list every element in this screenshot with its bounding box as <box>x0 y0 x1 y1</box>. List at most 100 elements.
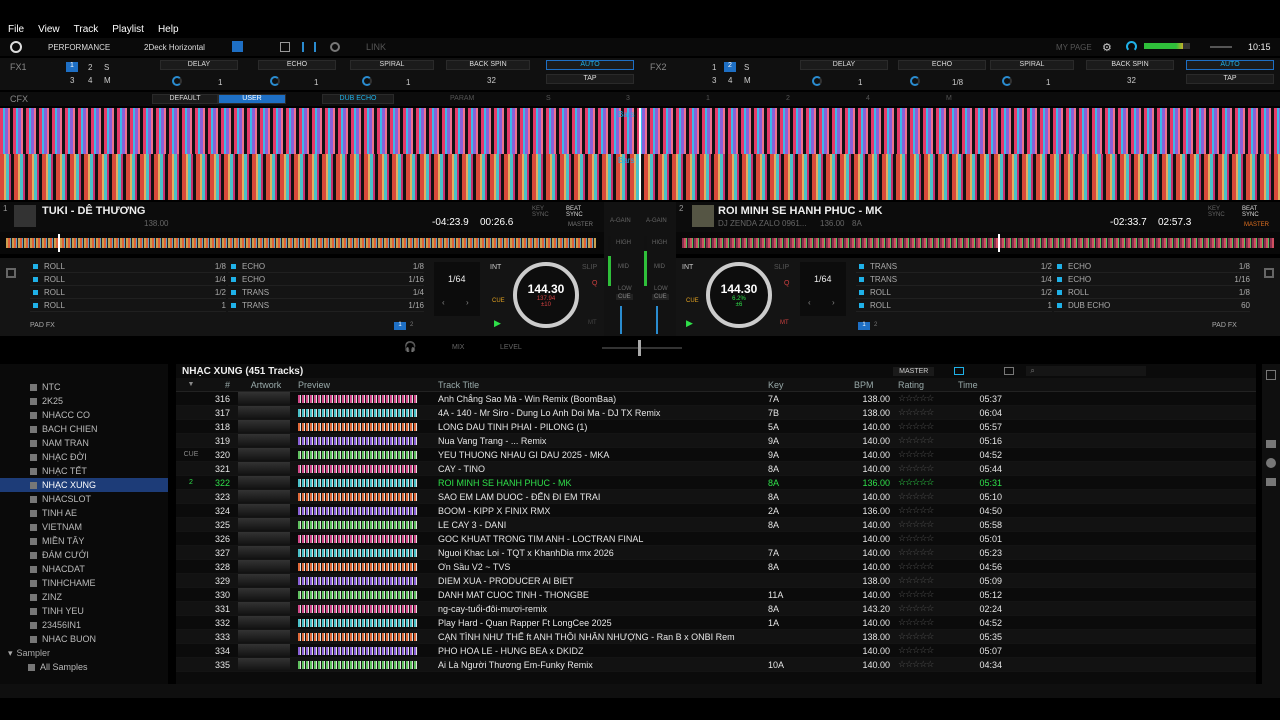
deck1-key-sync[interactable]: KEY SYNC <box>532 206 552 218</box>
tag-icon[interactable] <box>1266 440 1276 448</box>
deck2-pad[interactable]: ECHO 1/16 <box>1054 273 1250 286</box>
sidebar-playlist-item[interactable]: TINHCHAME <box>0 576 168 590</box>
mixer-ch1-fader[interactable] <box>620 306 630 334</box>
deck2-pad[interactable]: ECHO 1/8 <box>1054 260 1250 273</box>
fx1-slot3-select[interactable]: SPIRAL <box>350 60 434 70</box>
fx2-beatfx-select[interactable]: BACK SPIN <box>1086 60 1174 70</box>
deck1-pad[interactable]: TRANS 1/4 <box>228 286 424 299</box>
fx2-auto-button[interactable]: AUTO <box>1186 60 1274 70</box>
table-row[interactable]: 324 BOOM - KIPP X FINIX RMX 2A 136.00 ☆☆☆☆☆ 0… <box>176 504 1256 518</box>
table-row[interactable]: 327 Nguoi Khac Loi - TQT x KhanhDia rmx 2… <box>176 546 1256 560</box>
deck2-cue-button[interactable]: CUE <box>686 298 699 304</box>
sampler-folder[interactable]: ▾ Sampler <box>0 646 168 660</box>
table-row[interactable]: 318 LONG DAU TINH PHAI - PILONG (1) 5A 140.… <box>176 420 1256 434</box>
deck1-pad[interactable]: ECHO 1/8 <box>228 260 424 273</box>
mixer-ch1-cue-button[interactable]: CUE <box>616 294 633 300</box>
sidebar-playlist-item[interactable]: NHẠC TẾT <box>0 464 168 478</box>
deck2-pad-grid-icon[interactable] <box>1264 268 1274 278</box>
fx2-slot3-select[interactable]: SPIRAL <box>990 60 1074 70</box>
deck1-jog-wheel[interactable]: 144.30 137.94 ±10 <box>513 262 579 328</box>
deck1-pad[interactable]: TRANS 1/16 <box>228 299 424 312</box>
layout-select[interactable]: PERFORMANCE <box>48 43 110 52</box>
deck1-overview-waveform[interactable] <box>0 232 604 254</box>
table-row[interactable]: 331 ng-cay-tuổi-đôi-mươi-remix 8A 143.20 ☆☆☆… <box>176 602 1256 616</box>
deck2-jog-wheel[interactable]: 144.30 6.2% ±6 <box>706 262 772 328</box>
sidebar-playlist-item[interactable]: ĐÁM CƯỚI <box>0 548 168 562</box>
menu-track[interactable]: Track <box>74 24 99 35</box>
table-row[interactable]: 319 Nua Vang Trang - ... Remix 9A 140.00 ☆☆☆… <box>176 434 1256 448</box>
view-list-icon[interactable] <box>954 367 965 375</box>
fx1-slot3-knob[interactable] <box>362 76 372 86</box>
fx2-assign-1[interactable]: 1 <box>712 63 716 72</box>
sidebar-playlist-item[interactable]: NHẠC XUNG <box>0 478 168 492</box>
sidebar-playlist-item[interactable]: NHACSLOT <box>0 492 168 506</box>
mixer-ch2-cue-button[interactable]: CUE <box>652 294 669 300</box>
fx1-assign-1[interactable]: 1 <box>66 62 78 72</box>
deck2-loop-prev-icon[interactable]: ‹ <box>808 298 811 307</box>
deck2-loop-length[interactable]: 1/64 <box>814 274 832 284</box>
table-row[interactable]: CUE 320 YEU THUONG NHAU GI DAU 2025 - MKA 9… <box>176 448 1256 462</box>
crossfader-handle[interactable] <box>638 340 641 356</box>
deck1-loop-prev-icon[interactable]: ‹ <box>442 298 445 307</box>
deck1-loop-next-icon[interactable]: › <box>466 298 469 307</box>
deck1-pad[interactable]: ROLL 1 <box>30 299 226 312</box>
fx1-slot2-select[interactable]: ECHO <box>258 60 336 70</box>
deck1-cue-button[interactable]: CUE <box>492 298 505 304</box>
table-row[interactable]: 326 GOC KHUAT TRONG TIM ANH - LOCTRAN FIN… <box>176 532 1256 546</box>
my-page-link[interactable]: MY PAGE <box>1056 43 1092 52</box>
settings-gear-icon[interactable]: ⚙ <box>1102 41 1112 54</box>
sidebar-playlist-item[interactable]: NTC <box>0 380 168 394</box>
deck1-pad-grid-icon[interactable] <box>6 268 16 278</box>
fx2-tap-button[interactable]: TAP <box>1186 74 1274 84</box>
col-rating[interactable]: Rating <box>898 380 958 390</box>
view-art-icon[interactable] <box>1004 367 1015 375</box>
fx2-slot2-knob[interactable] <box>910 76 920 86</box>
col-time[interactable]: Time <box>958 380 1002 390</box>
menu-view[interactable]: View <box>38 24 60 35</box>
deck2-pad[interactable]: ROLL 1/8 <box>1054 286 1250 299</box>
table-row[interactable]: 334 PHO HOA LE - HUNG BEA x DKIDZ 140.00 ☆☆… <box>176 644 1256 658</box>
deck2-master-tempo[interactable]: MT <box>780 320 789 326</box>
deck2-pad[interactable]: TRANS 1/4 <box>856 273 1052 286</box>
panel-toggle-icon[interactable] <box>1266 370 1276 380</box>
deck1-master-button[interactable]: MASTER <box>568 222 593 228</box>
deck1-page-1[interactable]: 1 <box>394 322 406 330</box>
sidebar-playlist-item[interactable]: NHACDAT <box>0 562 168 576</box>
table-row[interactable]: 335 Ai Là Người Thương Em-Funky Remix 10A 1… <box>176 658 1256 672</box>
all-samples-item[interactable]: All Samples <box>0 660 168 674</box>
deck2-key-sync[interactable]: KEY SYNC <box>1208 206 1228 218</box>
table-row[interactable]: 332 Play Hard - Quan Rapper Ft LongCee 20… <box>176 616 1256 630</box>
col-artwork[interactable]: Artwork <box>234 380 298 390</box>
deck1-pad[interactable]: ROLL 1/4 <box>30 273 226 286</box>
related-icon[interactable] <box>1266 478 1276 486</box>
deck1-beat-sync[interactable]: BEAT SYNC <box>566 206 586 218</box>
deck1-page-2[interactable]: 2 <box>410 322 413 328</box>
table-row[interactable]: 333 CẠN TÌNH NHƯ THẾ ft ANH THÔI NHÂN NHƯ… <box>176 630 1256 644</box>
fx2-assign-3[interactable]: 3 <box>712 76 716 85</box>
table-row[interactable]: 323 SAO EM LAM DUOC - ĐẾN ĐI EM TRAI 8A 140… <box>176 490 1256 504</box>
cfx-default-button[interactable]: DEFAULT <box>152 94 218 104</box>
deck1-loop-length[interactable]: 1/64 <box>448 274 466 284</box>
fx1-tap-button[interactable]: TAP <box>546 74 634 84</box>
fx2-assign-m[interactable]: M <box>744 76 751 85</box>
link-button[interactable]: LINK <box>366 42 386 52</box>
sidebar-playlist-item[interactable]: TINH AE <box>0 506 168 520</box>
deck2-int-label[interactable]: INT <box>682 264 693 271</box>
fx2-slot1-select[interactable]: DELAY <box>800 60 888 70</box>
deck1-pad[interactable]: ROLL 1/8 <box>30 260 226 273</box>
fx2-slot1-knob[interactable] <box>812 76 822 86</box>
cfx-dub-echo-select[interactable]: DUB ECHO <box>322 94 394 104</box>
grid-icon[interactable] <box>280 42 290 52</box>
search-input[interactable]: ⌕ <box>1026 366 1147 376</box>
sidebar-playlist-item[interactable]: ZINZ <box>0 590 168 604</box>
col-preview[interactable]: Preview <box>298 380 438 390</box>
deck2-play-icon[interactable]: ▶ <box>686 318 693 329</box>
deck2-overview-waveform[interactable] <box>676 232 1280 254</box>
filter-icon[interactable]: ▼ <box>176 381 206 388</box>
col-title[interactable]: Track Title <box>438 380 768 390</box>
table-row[interactable]: 316 Anh Chẳng Sao Mà - Win Remix (BoomBaa… <box>176 392 1256 406</box>
sidebar-playlist-item[interactable]: NAM TRAN <box>0 436 168 450</box>
col-bpm[interactable]: BPM <box>854 380 898 390</box>
table-row[interactable]: 329 DIEM XUA - PRODUCER AI BIET 138.00 ☆☆☆☆… <box>176 574 1256 588</box>
deck1-play-icon[interactable]: ▶ <box>494 318 501 329</box>
